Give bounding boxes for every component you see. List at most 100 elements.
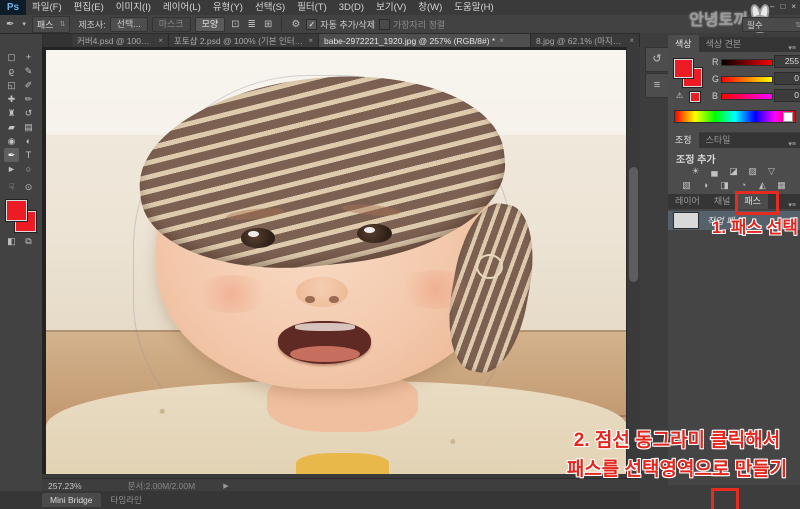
panel-menu-icon[interactable]: ▾≡ xyxy=(784,44,800,52)
clone-stamp-tool[interactable]: ♜ xyxy=(4,106,19,120)
doc-tab-2[interactable]: 포토샵 2.psd @ 100% (기본 인터페이스, R... × xyxy=(169,34,319,47)
color-lookup-icon[interactable]: ▦ xyxy=(774,179,789,191)
auto-add-delete-checkbox[interactable]: ✓ 자동 추가/삭제 xyxy=(306,18,375,31)
menu-window[interactable]: 창(W) xyxy=(412,0,448,15)
minimize-button[interactable]: – xyxy=(770,2,774,11)
menu-file[interactable]: 파일(F) xyxy=(26,0,68,15)
vertical-scrollbar[interactable] xyxy=(626,47,640,474)
foreground-color-swatch[interactable] xyxy=(6,200,27,221)
tab-adjustments[interactable]: 조정 xyxy=(668,131,699,148)
brush-tool[interactable]: ✏ xyxy=(21,92,36,106)
make-selection-button[interactable]: 선택... xyxy=(110,17,148,32)
path-selection-tool[interactable]: ► xyxy=(4,162,19,176)
dodge-tool[interactable]: ◐ xyxy=(21,134,36,148)
tool-mode-select[interactable]: 패스 ⇅ xyxy=(32,16,70,33)
menu-image[interactable]: 이미지(I) xyxy=(110,0,157,15)
quick-mask-icon[interactable]: ◧ xyxy=(4,234,19,248)
menu-layer[interactable]: 레이어(L) xyxy=(157,0,207,15)
rectangular-marquee-tool[interactable]: ▢ xyxy=(4,50,19,64)
path-operations-icon[interactable]: ⊡ xyxy=(229,19,241,30)
tab-close-icon[interactable]: × xyxy=(629,36,634,45)
zoom-level[interactable]: 257.23% xyxy=(42,481,88,491)
eraser-tool[interactable]: ▰ xyxy=(4,120,19,134)
vertical-scrollbar-thumb[interactable] xyxy=(629,167,638,282)
r-channel-slider[interactable] xyxy=(721,59,773,66)
r-channel-value[interactable]: 255 xyxy=(774,55,800,68)
gamut-swatch[interactable] xyxy=(690,92,700,102)
history-brush-tool[interactable]: ↺ xyxy=(21,106,36,120)
align-edges-checkbox[interactable]: 가장자리 정렬 xyxy=(379,18,445,31)
auto-add-delete-label: 자동 추가/삭제 xyxy=(320,18,375,31)
menu-view[interactable]: 보기(V) xyxy=(370,0,412,15)
healing-brush-tool[interactable]: ✚ xyxy=(4,92,19,106)
gear-icon[interactable]: ⚙ xyxy=(289,19,302,30)
make-mask-button[interactable]: 마스크 xyxy=(152,17,191,32)
levels-icon[interactable]: ▄ xyxy=(707,165,722,177)
screen-mode-icon[interactable]: ⧉ xyxy=(21,234,36,248)
g-channel-slider[interactable] xyxy=(721,76,773,83)
tab-close-icon[interactable]: × xyxy=(499,36,504,45)
maximize-button[interactable]: □ xyxy=(780,2,785,11)
eyedropper-tool[interactable]: ✐ xyxy=(21,78,36,92)
gamut-warning-icon[interactable]: ⚠ xyxy=(676,91,683,100)
panel-menu-icon[interactable]: ▾≡ xyxy=(784,140,800,148)
path-alignment-icon[interactable]: ≣ xyxy=(246,19,258,30)
exposure-icon[interactable]: ▨ xyxy=(745,165,760,177)
quick-selection-tool[interactable]: ✎ xyxy=(21,64,36,78)
tab-close-icon[interactable]: × xyxy=(158,36,163,45)
mini-bridge-tab[interactable]: Mini Bridge xyxy=(42,493,101,507)
zoom-tool[interactable]: ⊙ xyxy=(21,180,36,194)
tab-styles[interactable]: 스타일 xyxy=(699,131,738,148)
document-canvas[interactable] xyxy=(42,47,640,478)
make-shape-button[interactable]: 모양 xyxy=(195,17,226,32)
color-spectrum-ramp[interactable] xyxy=(674,110,796,123)
channel-mixer-icon[interactable]: ◭ xyxy=(755,179,770,191)
photo-filter-icon[interactable]: ◔ xyxy=(736,179,751,191)
tab-layers[interactable]: 레이어 xyxy=(668,192,707,209)
doc-tab-1[interactable]: 커버4.psd @ 100% (사각형 1, RGB/... × xyxy=(72,34,169,47)
type-tool[interactable]: T xyxy=(21,148,36,162)
tab-channels[interactable]: 채널 xyxy=(707,192,738,209)
brightness-contrast-icon[interactable]: ☀ xyxy=(688,165,703,177)
crop-tool[interactable]: ◱ xyxy=(4,78,19,92)
doc-tab-active[interactable]: babe-2972221_1920.jpg @ 257% (RGB/8#) * … xyxy=(319,34,531,47)
tab-close-icon[interactable]: × xyxy=(308,36,313,45)
curves-icon[interactable]: ◪ xyxy=(726,165,741,177)
path-arrangement-icon[interactable]: ⊞ xyxy=(262,19,274,30)
timeline-tab[interactable]: 타임라인 xyxy=(103,492,150,508)
vibrance-icon[interactable]: ▽ xyxy=(764,165,779,177)
properties-panel-icon[interactable]: ≡ xyxy=(645,73,669,98)
menu-3d[interactable]: 3D(D) xyxy=(333,0,370,15)
black-white-icon[interactable]: ◨ xyxy=(717,179,732,191)
workspace-switcher[interactable]: 필수 ⇅ xyxy=(742,17,800,32)
history-panel-icon[interactable]: ↺ xyxy=(645,47,669,72)
status-arrow-icon[interactable]: ▶ xyxy=(223,482,228,490)
panel-menu-icon[interactable]: ▾≡ xyxy=(784,201,800,209)
tool-preset-arrow-icon[interactable]: ▾ xyxy=(20,20,28,28)
hue-saturation-icon[interactable]: ▧ xyxy=(679,179,694,191)
g-channel-value[interactable]: 0 xyxy=(774,72,800,85)
hand-tool[interactable]: ☟ xyxy=(4,180,19,194)
ellipse-shape-tool[interactable]: ○ xyxy=(21,162,36,176)
panel-foreground-swatch[interactable] xyxy=(674,59,693,78)
menu-edit[interactable]: 편집(E) xyxy=(68,0,110,15)
blur-tool[interactable]: ◉ xyxy=(4,134,19,148)
gradient-tool[interactable]: ▤ xyxy=(21,120,36,134)
menu-type[interactable]: 유형(Y) xyxy=(207,0,249,15)
move-tool[interactable]: + xyxy=(21,50,36,64)
b-channel-value[interactable]: 0 xyxy=(774,89,800,102)
tab-color[interactable]: 색상 xyxy=(668,35,699,52)
menu-filter[interactable]: 필터(T) xyxy=(291,0,333,15)
lasso-tool[interactable]: ϱ xyxy=(4,64,19,78)
color-balance-icon[interactable]: ◑ xyxy=(698,179,713,191)
pen-tool-preset-icon[interactable]: ✒ xyxy=(4,19,16,30)
doc-tab-4[interactable]: 8.jpg @ 62.1% (마지막 지점에서 마우스에... × xyxy=(531,34,640,47)
menu-select[interactable]: 선택(S) xyxy=(249,0,291,15)
tab-swatches[interactable]: 색상 견본 xyxy=(699,35,749,52)
pen-tool[interactable]: ✒ xyxy=(4,148,19,162)
menu-help[interactable]: 도움말(H) xyxy=(448,0,499,15)
close-button[interactable]: × xyxy=(791,2,796,11)
window-controls: – □ × xyxy=(770,2,796,11)
color-panel: R 255 G 0 ⚠ B 0 xyxy=(668,52,800,132)
b-channel-slider[interactable] xyxy=(721,93,773,100)
